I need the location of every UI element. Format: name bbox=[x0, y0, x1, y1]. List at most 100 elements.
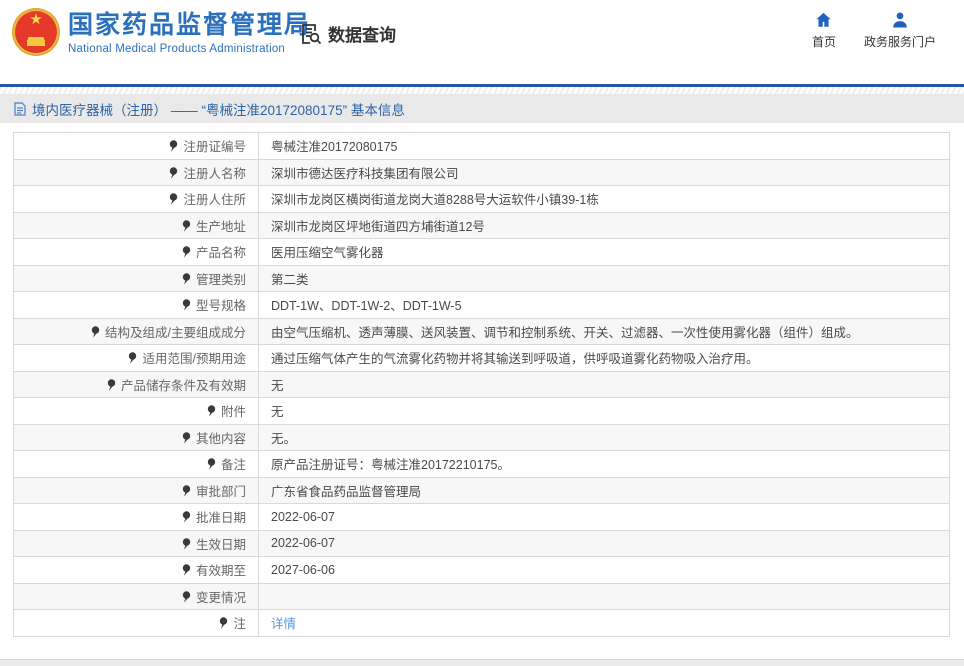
row-value-cell: 深圳市龙岗区横岗街道龙岗大道8288号大运软件小镇39-1栋 bbox=[258, 185, 950, 213]
page-title: 境内医疗器械（注册） —— “粤械注准20172080175” 基本信息 bbox=[32, 102, 405, 118]
row-value-cell: 详情 bbox=[258, 609, 950, 637]
row-value-cell: 由空气压缩机、透声薄膜、送风装置、调节和控制系统、开关、过滤器、一次性使用雾化器… bbox=[258, 317, 950, 345]
data-query-label: 数据查询 bbox=[328, 26, 396, 45]
row-label: 注册人住所 bbox=[183, 193, 246, 208]
row-value: 广东省食品药品监督管理局 bbox=[271, 484, 422, 499]
stripe-band bbox=[0, 87, 964, 94]
info-table-body: 注册证编号 粤械注准20172080175 注册人名称 深圳市德达医疗科技集团有… bbox=[13, 132, 950, 637]
table-row: 结构及组成/主要组成成分 由空气压缩机、透声薄膜、送风装置、调节和控制系统、开关… bbox=[13, 317, 950, 345]
pin-icon bbox=[182, 220, 191, 235]
row-label-cell: 注册证编号 bbox=[13, 132, 259, 160]
row-value: 粤械注准20172080175 bbox=[271, 140, 398, 155]
row-label: 注册人名称 bbox=[183, 166, 246, 181]
pin-icon bbox=[182, 511, 191, 526]
row-label-cell: 型号规格 bbox=[13, 291, 259, 319]
row-value: 2027-06-06 bbox=[271, 562, 335, 577]
row-label-cell: 管理类别 bbox=[13, 264, 259, 292]
user-icon bbox=[893, 12, 907, 28]
pin-icon bbox=[182, 432, 191, 447]
table-row: 型号规格 DDT-1W、DDT-1W-2、DDT-1W-5 bbox=[13, 291, 950, 319]
row-value-cell: 医用压缩空气雾化器 bbox=[258, 238, 950, 266]
row-label-cell: 注册人名称 bbox=[13, 158, 259, 186]
pin-icon bbox=[207, 405, 216, 420]
table-row: 适用范围/预期用途 通过压缩气体产生的气流雾化药物并将其输送到呼吸道，供呼吸道雾… bbox=[13, 344, 950, 372]
brand-logo-link[interactable]: ★ 国家药品监督管理局 National Medical Products Ad… bbox=[13, 9, 311, 55]
row-label-cell: 生产地址 bbox=[13, 211, 259, 239]
row-value-cell: 深圳市龙岗区坪地街道四方埔街道12号 bbox=[258, 211, 950, 239]
row-value: 原产品注册证号：粤械注准20172210175。 bbox=[271, 458, 510, 473]
row-label: 注册证编号 bbox=[183, 140, 246, 155]
emblem-gate-icon bbox=[27, 39, 45, 46]
nav-home[interactable]: 首页 bbox=[812, 11, 836, 50]
row-label: 其他内容 bbox=[195, 431, 246, 446]
row-label: 生产地址 bbox=[195, 219, 246, 234]
row-value-cell bbox=[258, 582, 950, 610]
pin-icon bbox=[182, 299, 191, 314]
row-value-cell: 2027-06-06 bbox=[258, 556, 950, 584]
table-row: 生产地址 深圳市龙岗区坪地街道四方埔街道12号 bbox=[13, 211, 950, 239]
nav-home-label: 首页 bbox=[811, 35, 836, 49]
pin-icon bbox=[182, 273, 191, 288]
pin-icon bbox=[207, 458, 216, 473]
row-label: 有效期至 bbox=[195, 564, 246, 579]
pin-icon bbox=[169, 167, 178, 182]
row-value: 医用压缩空气雾化器 bbox=[271, 246, 384, 261]
table-row: 批准日期 2022-06-07 bbox=[13, 503, 950, 531]
row-label-cell: 附件 bbox=[13, 397, 259, 425]
row-label-cell: 生效日期 bbox=[13, 529, 259, 557]
row-label-cell: 变更情况 bbox=[13, 582, 259, 610]
row-value: 无。 bbox=[271, 431, 297, 446]
row-label: 结构及组成/主要组成成分 bbox=[105, 325, 246, 340]
row-label: 产品储存条件及有效期 bbox=[120, 378, 246, 393]
row-label-cell: 批准日期 bbox=[13, 503, 259, 531]
brand-title: 国家药品监督管理局 bbox=[68, 10, 312, 39]
row-label: 批准日期 bbox=[195, 511, 246, 526]
nav-portal[interactable]: 政务服务门户 bbox=[864, 11, 936, 50]
data-query-tab[interactable]: 数据查询 bbox=[299, 21, 396, 46]
row-label-cell: 产品储存条件及有效期 bbox=[13, 370, 259, 398]
row-value: DDT-1W、DDT-1W-2、DDT-1W-5 bbox=[271, 299, 462, 314]
row-value-cell: 第二类 bbox=[258, 264, 950, 292]
row-label-cell: 结构及组成/主要组成成分 bbox=[13, 317, 259, 345]
row-value: 第二类 bbox=[271, 272, 309, 287]
row-label: 型号规格 bbox=[195, 299, 246, 314]
document-icon bbox=[14, 101, 26, 116]
row-value-cell: DDT-1W、DDT-1W-2、DDT-1W-5 bbox=[258, 291, 950, 319]
table-row: 注册人住所 深圳市龙岗区横岗街道龙岗大道8288号大运软件小镇39-1栋 bbox=[13, 185, 950, 213]
emblem-star-icon: ★ bbox=[29, 11, 43, 28]
row-value: 由空气压缩机、透声薄膜、送风装置、调节和控制系统、开关、过滤器、一次性使用雾化器… bbox=[271, 325, 859, 340]
row-label-cell: 适用范围/预期用途 bbox=[13, 344, 259, 372]
pin-icon bbox=[219, 617, 228, 632]
row-label: 注 bbox=[233, 617, 246, 632]
row-value: 无 bbox=[271, 405, 284, 420]
pin-icon bbox=[182, 538, 191, 553]
top-nav: 首页 政务服务门户 bbox=[812, 11, 936, 50]
brand-subtitle: National Medical Products Administration bbox=[68, 42, 286, 55]
pin-icon bbox=[169, 140, 178, 155]
row-value: 深圳市龙岗区坪地街道四方埔街道12号 bbox=[271, 219, 485, 234]
row-value-cell: 无 bbox=[258, 397, 950, 425]
china-national-emblem-icon: ★ bbox=[13, 9, 59, 55]
pin-icon bbox=[182, 564, 191, 579]
pin-icon bbox=[107, 379, 116, 394]
footer-strip bbox=[0, 659, 964, 666]
row-value-cell: 原产品注册证号：粤械注准20172210175。 bbox=[258, 450, 950, 478]
detail-link[interactable]: 详情 bbox=[271, 617, 296, 631]
row-label-cell: 注 bbox=[13, 609, 259, 637]
row-label: 管理类别 bbox=[195, 272, 246, 287]
table-row: 注 详情 bbox=[13, 609, 950, 637]
row-value-cell: 无。 bbox=[258, 423, 950, 451]
table-row: 注册人名称 深圳市德达医疗科技集团有限公司 bbox=[13, 158, 950, 186]
pin-icon bbox=[182, 591, 191, 606]
table-row: 管理类别 第二类 bbox=[13, 264, 950, 292]
row-value-cell: 粤械注准20172080175 bbox=[258, 132, 950, 160]
row-value-cell: 通过压缩气体产生的气流雾化药物并将其输送到呼吸道，供呼吸道雾化药物吸入治疗用。 bbox=[258, 344, 950, 372]
row-value-cell: 深圳市德达医疗科技集团有限公司 bbox=[258, 158, 950, 186]
row-label: 产品名称 bbox=[195, 246, 246, 261]
row-label-cell: 其他内容 bbox=[13, 423, 259, 451]
table-row: 有效期至 2027-06-06 bbox=[13, 556, 950, 584]
table-row: 审批部门 广东省食品药品监督管理局 bbox=[13, 476, 950, 504]
site-header: ★ 国家药品监督管理局 National Medical Products Ad… bbox=[0, 0, 964, 84]
pin-icon bbox=[169, 193, 178, 208]
row-value-cell: 2022-06-07 bbox=[258, 503, 950, 531]
